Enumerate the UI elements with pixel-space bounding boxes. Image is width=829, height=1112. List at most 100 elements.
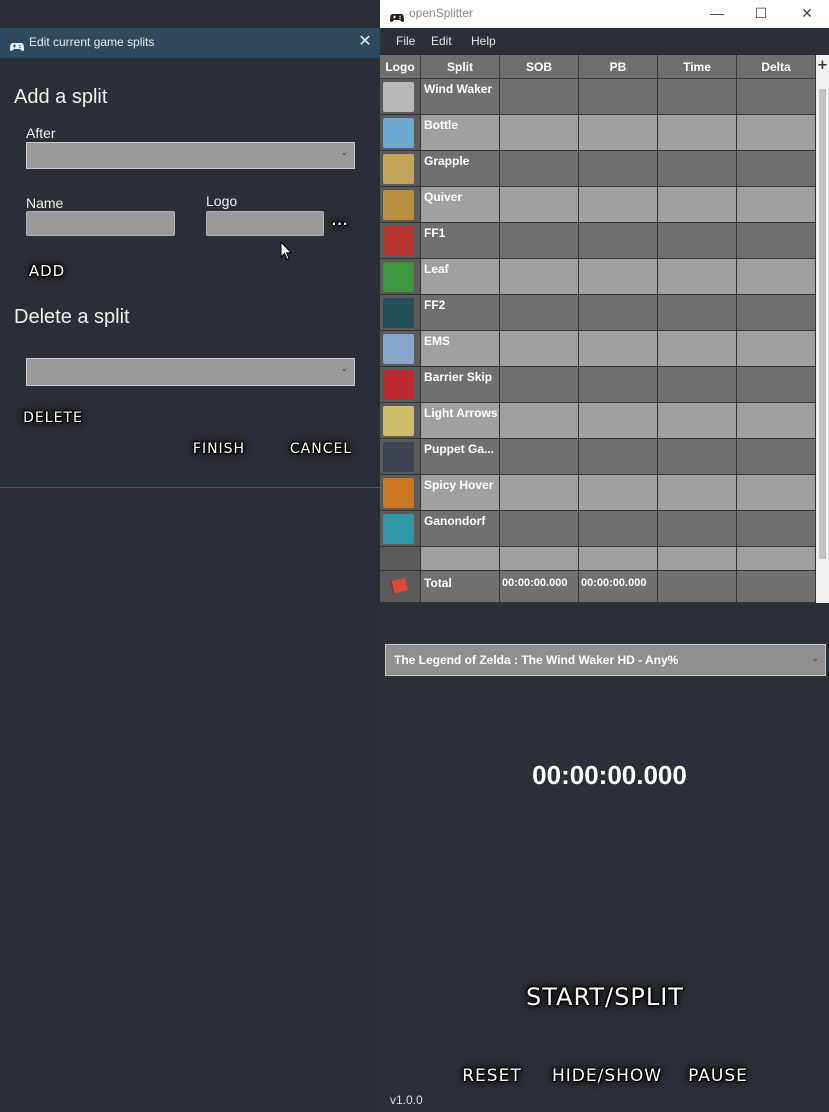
edit-splits-dialog: Edit current game splits ✕ Add a split A…	[0, 28, 380, 488]
split-cell: Leaf	[421, 259, 500, 295]
empty-row	[380, 547, 816, 571]
split-row[interactable]: Spicy Hover	[380, 475, 816, 511]
scrollbar-thumb[interactable]	[819, 89, 826, 559]
time-cell	[658, 367, 737, 403]
time-cell	[658, 439, 737, 475]
time-cell	[658, 403, 737, 439]
logo-label: Logo	[206, 193, 238, 209]
total-row: Total 00:00:00.000 00:00:00.000	[380, 571, 816, 603]
logo-cell	[380, 295, 421, 331]
delta-cell	[737, 439, 816, 475]
split-name: Puppet Ga...	[424, 442, 495, 456]
reset-button[interactable]: RESET	[452, 1066, 532, 1086]
time-cell	[658, 151, 737, 187]
split-name: Barrier Skip	[424, 370, 493, 384]
ff2-icon	[383, 298, 414, 328]
grapple-icon	[383, 154, 414, 184]
window-close-button[interactable]: ✕	[795, 3, 819, 23]
sob-cell	[500, 295, 579, 331]
column-header-logo[interactable]: Logo	[380, 55, 421, 79]
pb-cell	[579, 403, 658, 439]
game-category-select[interactable]: The Legend of Zelda : The Wind Waker HD …	[385, 644, 826, 676]
gamepad-icon	[9, 37, 25, 56]
column-header-sob[interactable]: SOB	[500, 55, 579, 79]
logo-input[interactable]	[206, 211, 324, 236]
column-header-split[interactable]: Split	[421, 55, 500, 79]
puppet-ganon-icon	[383, 442, 414, 472]
split-row[interactable]: Light Arrows	[380, 403, 816, 439]
chevron-down-icon: ⌄	[340, 364, 348, 374]
split-row[interactable]: Leaf	[380, 259, 816, 295]
sob-cell	[500, 439, 579, 475]
split-cell: FF1	[421, 223, 500, 259]
quiver-icon	[383, 190, 414, 220]
split-row[interactable]: Puppet Ga...	[380, 439, 816, 475]
name-input[interactable]	[26, 211, 175, 236]
column-header-time[interactable]: Time	[658, 55, 737, 79]
menu-file[interactable]: File	[396, 34, 415, 48]
close-icon[interactable]: ✕	[356, 33, 374, 51]
time-cell	[658, 79, 737, 115]
split-cell: Light Arrows	[421, 403, 500, 439]
column-header-delta[interactable]: Delta	[737, 55, 816, 79]
total-pb: 00:00:00.000	[581, 577, 647, 589]
opensplitter-window: openSplitter — ☐ ✕ File Edit Help Logo S…	[380, 0, 829, 1112]
minimize-button[interactable]: —	[705, 3, 729, 23]
sob-cell	[500, 403, 579, 439]
column-header-pb[interactable]: PB	[579, 55, 658, 79]
split-row[interactable]: Bottle	[380, 115, 816, 151]
logo-cell	[380, 259, 421, 295]
sob-cell	[500, 115, 579, 151]
browse-logo-button[interactable]: ...	[326, 214, 354, 234]
split-row[interactable]: Grapple	[380, 151, 816, 187]
name-label: Name	[26, 195, 64, 211]
total-label: Total	[424, 576, 452, 590]
master-sword-icon	[383, 334, 414, 364]
table-scrollbar[interactable]	[816, 79, 829, 603]
split-row[interactable]: FF2	[380, 295, 816, 331]
logo-cell	[380, 439, 421, 475]
split-name: EMS	[424, 334, 451, 348]
split-row[interactable]: Barrier Skip	[380, 367, 816, 403]
split-row[interactable]: Ganondorf	[380, 511, 816, 547]
logo-cell	[380, 511, 421, 547]
logo-cell	[380, 151, 421, 187]
cancel-button[interactable]: CANCEL	[285, 441, 357, 457]
split-cell: FF2	[421, 295, 500, 331]
split-cell: Spicy Hover	[421, 475, 500, 511]
pb-cell	[579, 151, 658, 187]
delete-split-heading: Delete a split	[14, 306, 130, 328]
split-name: Ganondorf	[424, 514, 486, 528]
hide-show-button[interactable]: HIDE/SHOW	[552, 1066, 661, 1086]
delete-select[interactable]: ⌄	[26, 358, 355, 386]
pb-cell	[579, 331, 658, 367]
add-column-button[interactable]: +	[816, 55, 829, 79]
delete-button[interactable]: DELETE	[18, 410, 88, 426]
logo-cell	[380, 403, 421, 439]
finish-button[interactable]: FINISH	[183, 441, 255, 457]
maximize-button[interactable]: ☐	[749, 3, 773, 23]
add-button[interactable]: ADD	[24, 262, 70, 280]
logo-cell	[380, 115, 421, 151]
menu-edit[interactable]: Edit	[431, 34, 452, 48]
pb-cell	[579, 475, 658, 511]
pause-button[interactable]: PAUSE	[678, 1066, 758, 1086]
leaf-icon	[383, 262, 414, 292]
split-row[interactable]: Wind Waker	[380, 79, 816, 115]
main-titlebar: openSplitter — ☐ ✕	[380, 0, 829, 28]
delta-cell	[737, 187, 816, 223]
after-select[interactable]: ⌄	[26, 142, 355, 169]
split-row[interactable]: EMS	[380, 331, 816, 367]
delta-cell	[737, 79, 816, 115]
start-split-button[interactable]: START/SPLIT	[510, 983, 700, 1011]
menu-help[interactable]: Help	[471, 34, 496, 48]
spicy-hover-icon	[383, 478, 414, 508]
split-row[interactable]: FF1	[380, 223, 816, 259]
bottle-icon	[383, 118, 414, 148]
split-name: Leaf	[424, 262, 449, 276]
sob-cell	[500, 367, 579, 403]
version-label: v1.0.0	[390, 1093, 423, 1107]
pb-cell	[579, 115, 658, 151]
split-row[interactable]: Quiver	[380, 187, 816, 223]
pb-cell	[579, 295, 658, 331]
